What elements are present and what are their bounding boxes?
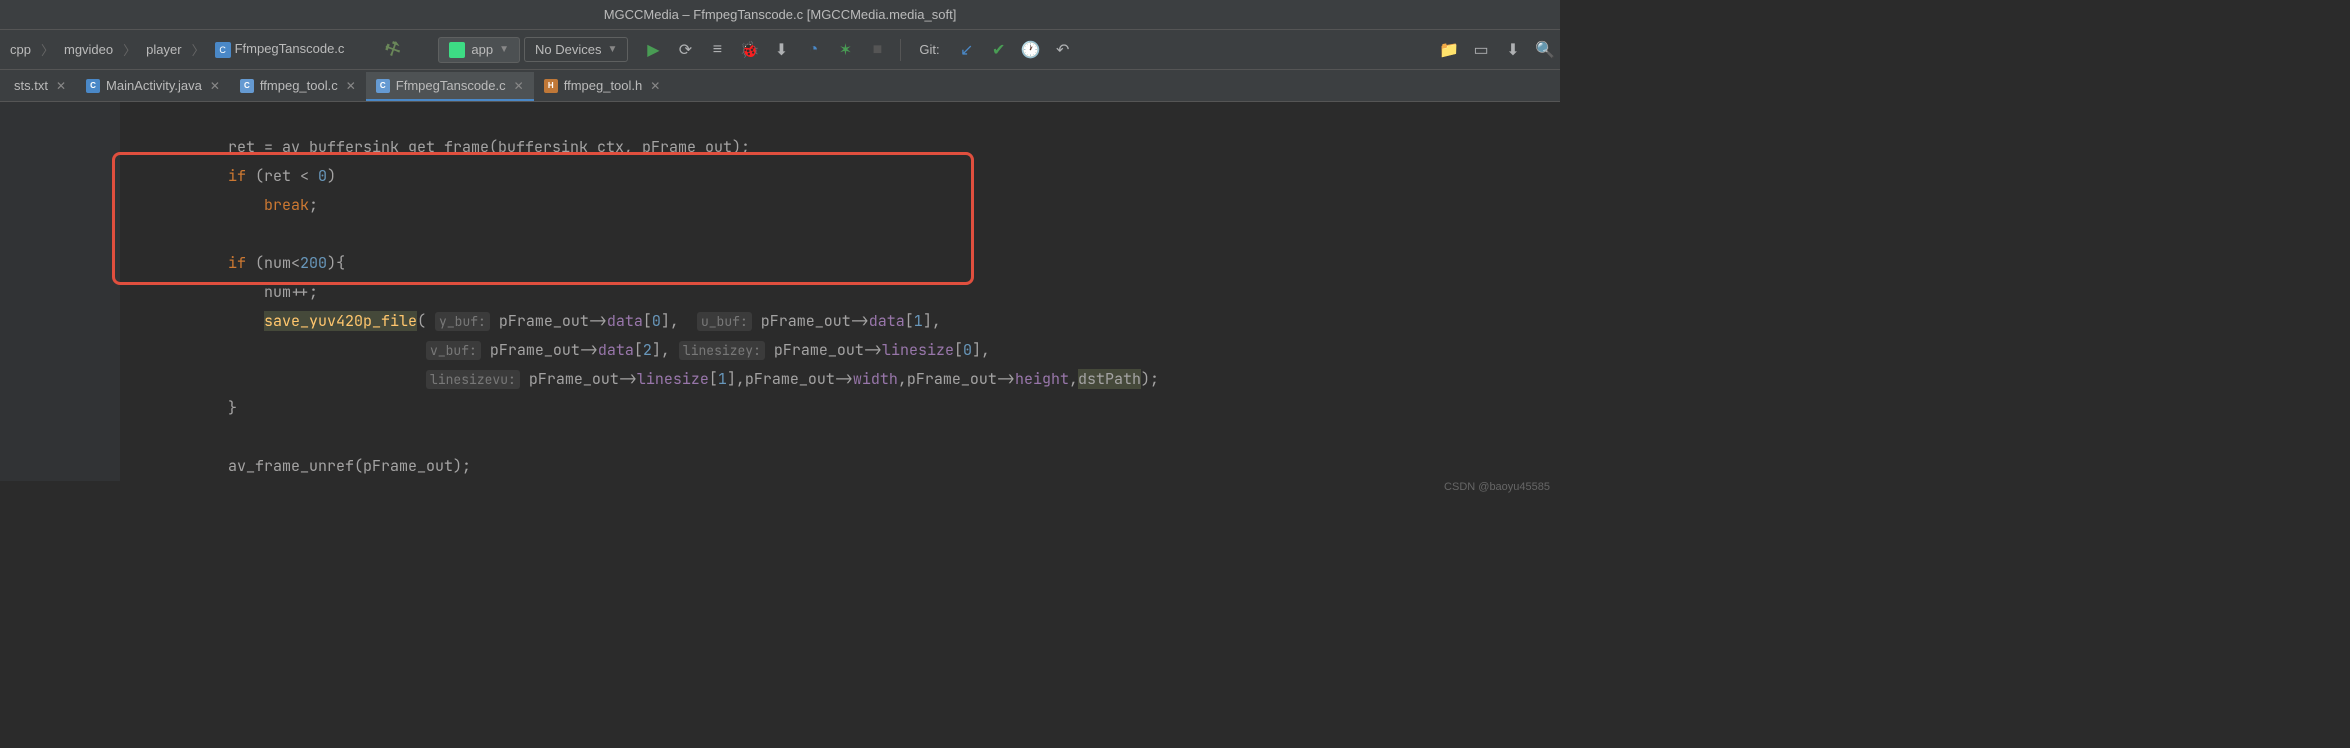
window-titlebar: MGCCMedia – FfmpegTanscode.c [MGCCMedia.… <box>0 0 1560 30</box>
device-label: No Devices <box>535 42 601 57</box>
git-pull-button[interactable]: ↙ <box>958 41 976 59</box>
device-selector[interactable]: No Devices ▼ <box>524 37 628 62</box>
c-file-icon: C <box>376 79 390 93</box>
git-commit-button[interactable]: ✔ <box>990 41 1008 59</box>
attach-debugger-button[interactable]: ⬇ <box>772 41 790 59</box>
coverage-button[interactable]: ≡ <box>708 41 726 59</box>
editor-gutter <box>0 102 120 481</box>
c-file-icon: C <box>215 42 231 58</box>
breadcrumb-item-mgvideo[interactable]: mgvideo <box>60 40 117 59</box>
config-name: app <box>471 42 493 57</box>
breadcrumb-item-player[interactable]: player <box>142 40 185 59</box>
close-icon[interactable]: ✕ <box>210 79 220 93</box>
undo-button[interactable]: ↶ <box>1054 41 1072 59</box>
build-icon[interactable]: ⚒ <box>384 41 402 59</box>
git-label: Git: <box>919 42 939 57</box>
breadcrumb: cpp 〉 mgvideo 〉 player 〉 CFfmpegTanscode.c <box>6 39 348 60</box>
chevron-right-icon: 〉 <box>123 40 136 59</box>
chevron-down-icon: ▼ <box>608 44 618 55</box>
tab-ststxt[interactable]: sts.txt✕ <box>4 72 76 101</box>
tab-ffmpegtoolc[interactable]: C ffmpeg_tool.c✕ <box>230 72 366 101</box>
watermark: CSDN @baoyu45585 <box>1444 481 1550 493</box>
param-hint: y_buf: <box>435 312 490 331</box>
param-hint: linesizevu: <box>426 370 520 389</box>
tab-ffmpegtoolh[interactable]: H ffmpeg_tool.h✕ <box>534 72 671 101</box>
close-icon[interactable]: ✕ <box>650 79 660 93</box>
close-icon[interactable]: ✕ <box>514 79 524 93</box>
editor-tabs: sts.txt✕ C MainActivity.java✕ C ffmpeg_t… <box>0 70 1560 102</box>
close-icon[interactable]: ✕ <box>56 79 66 93</box>
adb-button[interactable]: ✶ <box>836 41 854 59</box>
breadcrumb-item-cpp[interactable]: cpp <box>6 40 35 59</box>
title-project: MGCCMedia <box>604 7 679 22</box>
chevron-down-icon: ▼ <box>499 44 509 55</box>
avd-manager-icon[interactable]: ▭ <box>1472 41 1490 59</box>
profile-button[interactable]: ◔ <box>804 41 822 59</box>
android-icon <box>449 42 465 58</box>
highlight-annotation <box>112 152 974 285</box>
chevron-right-icon: 〉 <box>41 40 54 59</box>
git-history-button[interactable]: 🕐 <box>1022 41 1040 59</box>
sdk-manager-icon[interactable]: ⬇ <box>1504 41 1522 59</box>
param-hint: v_buf: <box>426 341 481 360</box>
h-file-icon: H <box>544 79 558 93</box>
close-icon[interactable]: ✕ <box>346 79 356 93</box>
code-editor[interactable]: ret = av_buffersink_get_frame(buffersink… <box>0 102 1560 481</box>
search-everywhere-icon[interactable]: 🔍 <box>1536 41 1554 59</box>
tab-mainactivity[interactable]: C MainActivity.java✕ <box>76 72 230 101</box>
param-hint: linesizey: <box>679 341 765 360</box>
debug-button[interactable]: 🐞 <box>740 41 758 59</box>
run-button[interactable]: ▶ <box>644 41 662 59</box>
chevron-right-icon: 〉 <box>192 40 205 59</box>
apply-changes-button[interactable]: ⟳ <box>676 41 694 59</box>
title-module: MGCCMedia.media_soft <box>810 7 952 22</box>
run-config-selector[interactable]: app ▼ <box>438 37 520 63</box>
java-file-icon: C <box>86 79 100 93</box>
stop-button[interactable]: ■ <box>868 41 886 59</box>
tab-ffmpegtanscode[interactable]: C FfmpegTanscode.c✕ <box>366 72 534 101</box>
param-hint: u_buf: <box>697 312 752 331</box>
breadcrumb-item-file[interactable]: CFfmpegTanscode.c <box>211 39 349 60</box>
title-file: FfmpegTanscode.c <box>693 7 803 22</box>
c-file-icon: C <box>240 79 254 93</box>
folder-icon[interactable]: 📁 <box>1440 41 1458 59</box>
main-toolbar: cpp〉 mgvideo〉 player〉 CFfmpegTanscode.c … <box>0 30 1560 70</box>
